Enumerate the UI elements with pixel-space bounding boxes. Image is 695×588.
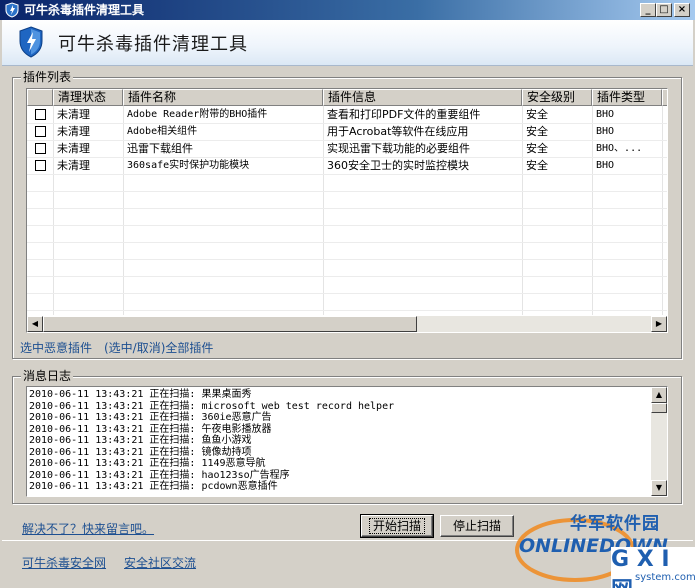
log-line: 2010-06-11 13:43:21 正在扫描: 1149恶意导航 (29, 458, 266, 469)
header-banner: 可牛杀毒插件清理工具 (2, 20, 693, 66)
row-status: 未清理 (57, 142, 90, 155)
stop-scan-button[interactable]: 停止扫描 (440, 515, 514, 537)
column-header-name[interactable]: 插件名称 (123, 89, 323, 106)
row-checkbox[interactable] (35, 109, 46, 120)
window-title: 可牛杀毒插件清理工具 (24, 3, 145, 17)
row-level: 安全 (526, 142, 548, 155)
community-link[interactable]: 安全社区交流 (124, 554, 196, 571)
row-checkbox[interactable] (35, 160, 46, 171)
scroll-right-button[interactable]: ▶ (651, 316, 667, 332)
row-type: BHO (596, 109, 615, 120)
row-level: 安全 (526, 108, 548, 121)
log-line: 2010-06-11 13:43:21 正在扫描: 午夜电影播放器 (29, 424, 272, 435)
plugin-table[interactable]: 清理状态 插件名称 插件信息 安全级别 插件类型 未清理 Adobe Reade… (26, 88, 668, 333)
help-message-link[interactable]: 解决不了？快来留言吧。 (22, 520, 154, 537)
watermark-brand-cn: 华军软件园 (570, 514, 660, 534)
watermark-logo: 华军软件园 ONLINEDOWN G X I 网 system.com (515, 505, 695, 588)
shield-logo-icon (19, 26, 43, 58)
table-row[interactable]: 未清理 Adobe相关组件 用于Acrobat等软件在线应用 安全 BHO (27, 123, 667, 140)
column-header-status[interactable]: 清理状态 (53, 89, 123, 106)
log-line: 2010-06-11 13:43:21 正在扫描: pcdown恶意插件 (29, 481, 278, 492)
table-header: 清理状态 插件名称 插件信息 安全级别 插件类型 (27, 89, 667, 106)
row-name: 迅雷下载组件 (127, 142, 193, 155)
row-level: 安全 (526, 159, 548, 172)
close-button[interactable]: × (674, 3, 690, 17)
row-type: BHO (596, 126, 615, 137)
horizontal-scroll-thumb[interactable] (43, 316, 417, 332)
row-type: BHO、... (596, 143, 643, 154)
log-vertical-scrollbar[interactable]: ▲ ▼ (651, 387, 667, 496)
header-title: 可牛杀毒插件清理工具 (58, 34, 248, 55)
row-name: 360safe实时保护功能模块 (127, 160, 250, 171)
log-legend: 消息日志 (21, 369, 74, 383)
table-row[interactable]: 未清理 迅雷下载组件 实现迅雷下载功能的必要组件 安全 BHO、... (27, 140, 667, 157)
watermark-domain: system.com (635, 572, 695, 583)
log-line: 2010-06-11 13:43:21 正在扫描: hao123so广告程序 (29, 470, 290, 481)
row-status: 未清理 (57, 108, 90, 121)
row-info: 查看和打印PDF文件的重要组件 (327, 108, 481, 121)
row-info: 用于Acrobat等软件在线应用 (327, 125, 469, 138)
title-bar[interactable]: 可牛杀毒插件清理工具 _ □ × (0, 0, 695, 20)
column-header-info[interactable]: 插件信息 (323, 89, 522, 106)
row-info: 实现迅雷下载功能的必要组件 (327, 142, 470, 155)
row-name: Adobe相关组件 (127, 126, 198, 137)
column-header-check[interactable] (27, 89, 53, 106)
start-scan-label: 开始扫描 (368, 518, 425, 534)
shield-icon (5, 2, 19, 18)
plugin-list-legend: 插件列表 (21, 70, 74, 84)
vertical-scroll-thumb[interactable] (651, 403, 667, 413)
row-status: 未清理 (57, 159, 90, 172)
log-line: 2010-06-11 13:43:21 正在扫描: microsoft web … (29, 401, 395, 412)
table-horizontal-scrollbar[interactable]: ◀ ▶ (27, 316, 667, 332)
scroll-left-button[interactable]: ◀ (27, 316, 43, 332)
scroll-down-button[interactable]: ▼ (651, 480, 667, 496)
row-level: 安全 (526, 125, 548, 138)
select-malicious-link[interactable]: 选中恶意插件 (20, 339, 92, 356)
log-line: 2010-06-11 13:43:21 正在扫描: 果果桌面秀 (29, 389, 252, 400)
row-type: BHO (596, 160, 615, 171)
row-checkbox[interactable] (35, 126, 46, 137)
site-link[interactable]: 可牛杀毒安全网 (22, 554, 106, 571)
table-row[interactable]: 未清理 360safe实时保护功能模块 360安全卫士的实时监控模块 安全 BH… (27, 157, 667, 174)
minimize-button[interactable]: _ (640, 3, 656, 17)
log-line: 2010-06-11 13:43:21 正在扫描: 360ie恶意广告 (29, 412, 272, 423)
start-scan-button[interactable]: 开始扫描 (360, 514, 434, 538)
log-textarea[interactable]: 2010-06-11 13:43:21 正在扫描: 果果桌面秀 2010-06-… (26, 386, 668, 497)
column-header-type[interactable]: 插件类型 (592, 89, 662, 106)
toggle-all-link[interactable]: (选中/取消)全部插件 (104, 339, 213, 356)
scroll-up-button[interactable]: ▲ (651, 387, 667, 403)
log-line: 2010-06-11 13:43:21 正在扫描: 鱼鱼小游戏 (29, 435, 252, 446)
maximize-button[interactable]: □ (656, 3, 672, 17)
log-line: 2010-06-11 13:43:21 正在扫描: 镜像劫持项 (29, 447, 252, 458)
row-name: Adobe Reader附带的BHO插件 (127, 109, 268, 120)
row-info: 360安全卫士的实时监控模块 (327, 159, 469, 172)
table-row[interactable]: 未清理 Adobe Reader附带的BHO插件 查看和打印PDF文件的重要组件… (27, 106, 667, 123)
row-checkbox[interactable] (35, 143, 46, 154)
column-header-extra[interactable] (662, 89, 667, 106)
row-status: 未清理 (57, 125, 90, 138)
column-header-level[interactable]: 安全级别 (522, 89, 592, 106)
